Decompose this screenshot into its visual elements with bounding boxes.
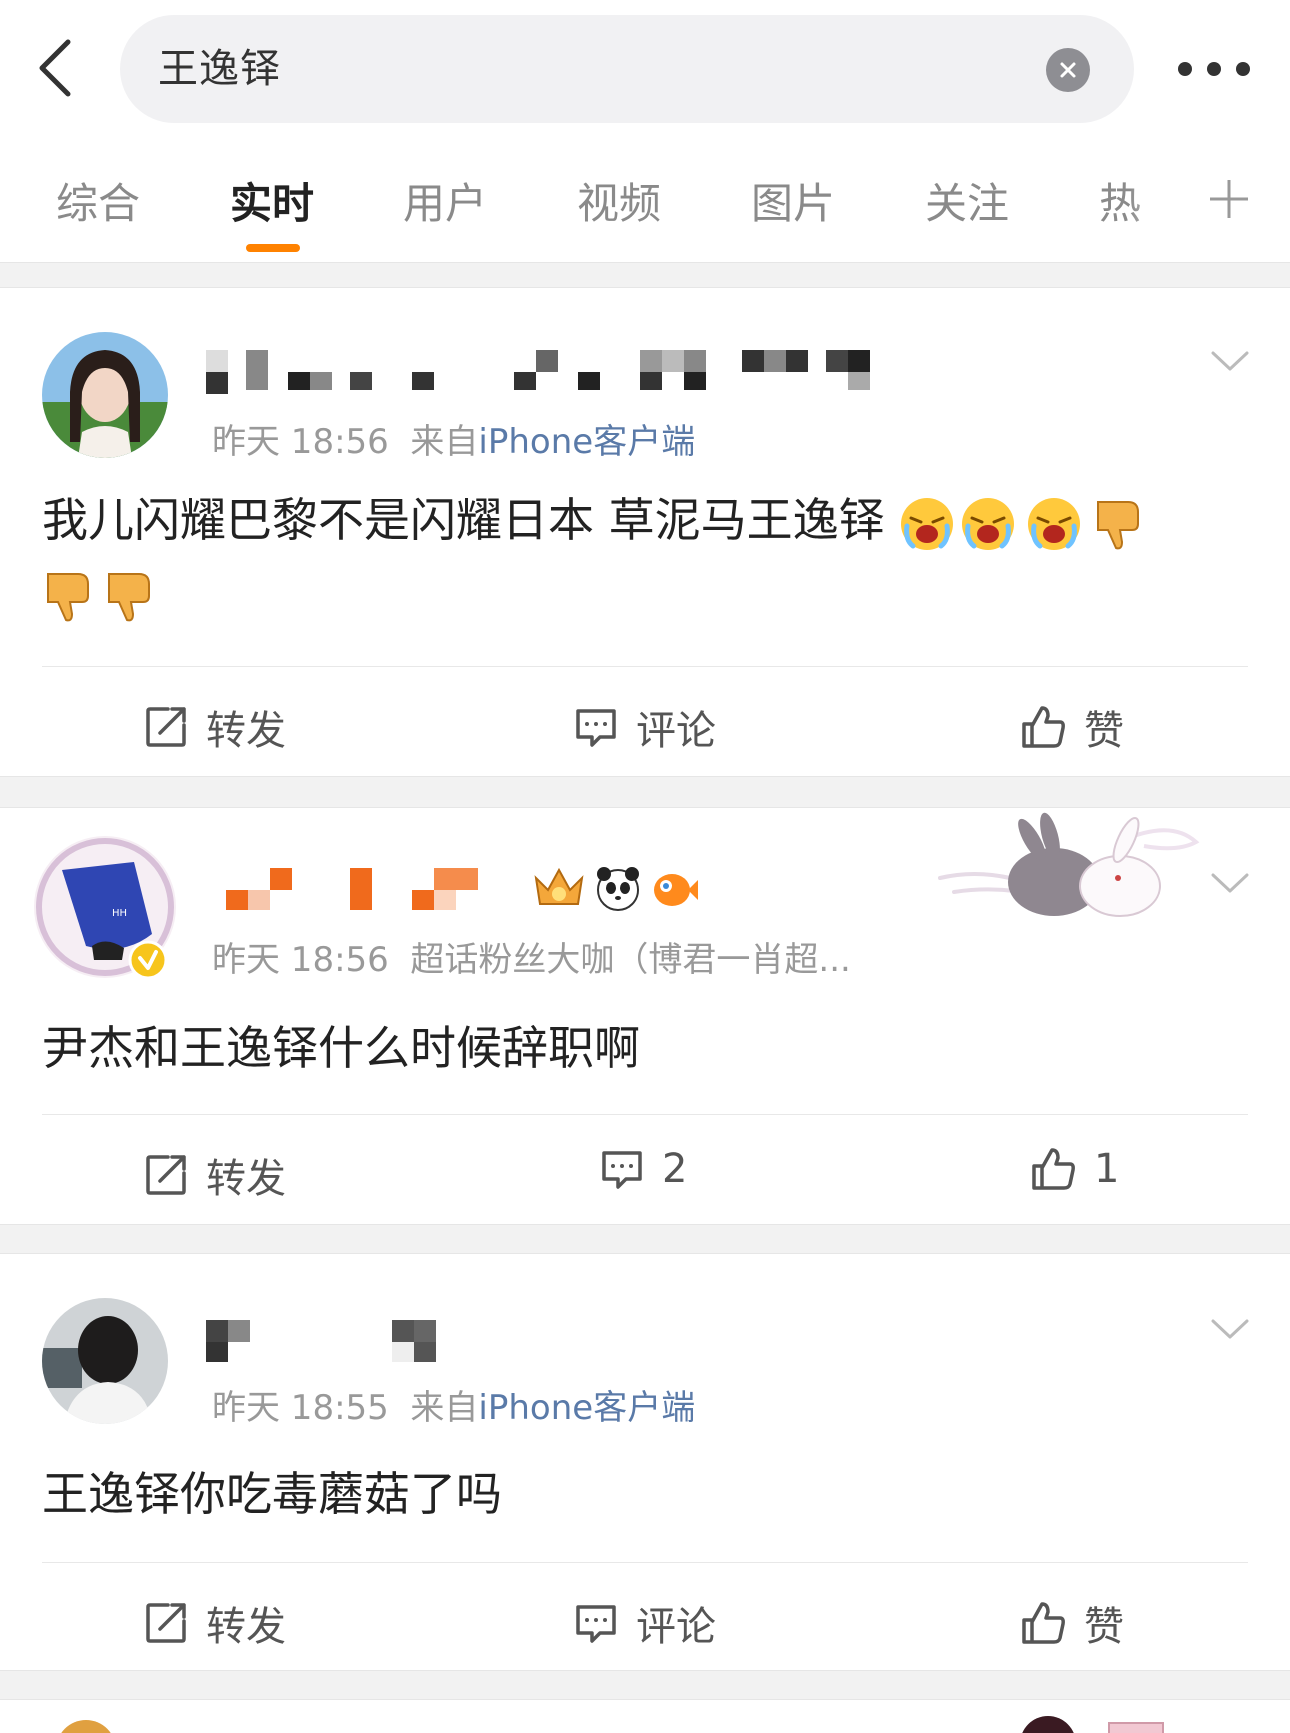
repost-button[interactable]: 转发 (144, 1146, 286, 1204)
chevron-down-icon[interactable] (1210, 872, 1250, 896)
user-badges (532, 864, 698, 912)
tab-users[interactable]: 用户 (403, 170, 487, 231)
section-separator (0, 776, 1290, 808)
thumbs-down-emoji-icon (47, 572, 89, 621)
like-button[interactable]: 1 (1030, 1146, 1119, 1192)
clear-search-button[interactable] (1046, 48, 1090, 92)
crying-emoji-icon (901, 497, 954, 550)
like-label: 赞 (1084, 1604, 1124, 1650)
tab-bar: 综合 实时 用户 视频 图片 关注 热 (0, 160, 1290, 260)
post-card[interactable]: 昨天 18:55 来自iPhone客户端 王逸铎你吃毒蘑菇了吗 转发 评论 赞 (0, 1254, 1290, 1670)
clear-icon (1060, 62, 1076, 78)
fish-badge-icon (654, 874, 698, 906)
repost-label: 转发 (206, 1604, 286, 1650)
chevron-down-icon[interactable] (1210, 1318, 1250, 1342)
username-pixelated[interactable] (206, 1320, 436, 1364)
tab-comprehensive[interactable]: 综合 (56, 170, 140, 231)
avatar[interactable] (42, 332, 168, 458)
repost-icon (146, 1603, 186, 1643)
post-time: 昨天 18:56 (212, 422, 389, 462)
repost-button[interactable]: 转发 (144, 698, 286, 756)
crown-badge-icon (534, 867, 584, 905)
post-divider (42, 666, 1248, 667)
post-source[interactable]: iPhone客户端 (478, 422, 695, 462)
like-icon (1032, 1148, 1075, 1190)
post-text-line2 (42, 556, 164, 628)
verified-badge-icon (128, 940, 168, 980)
avatar[interactable] (42, 1298, 168, 1424)
like-count: 1 (1094, 1146, 1120, 1192)
tab-videos[interactable]: 视频 (577, 170, 661, 231)
like-label: 赞 (1084, 708, 1124, 754)
repost-label: 转发 (206, 708, 286, 754)
comment-icon (576, 709, 616, 747)
post-meta: 昨天 18:56 来自iPhone客户端 (212, 414, 695, 463)
post-card-partial[interactable] (0, 1700, 1290, 1733)
tab-images[interactable]: 图片 (751, 170, 835, 231)
more-icon[interactable] (1178, 56, 1250, 82)
comment-icon (602, 1151, 642, 1189)
thumbs-down-emoji-icon (1097, 500, 1140, 549)
repost-button[interactable]: 转发 (144, 1594, 286, 1652)
section-separator (0, 262, 1290, 288)
post-meta: 昨天 18:55 来自iPhone客户端 (212, 1380, 695, 1429)
comment-button[interactable]: 2 (600, 1146, 687, 1192)
active-tab-indicator (246, 244, 300, 252)
chevron-down-icon[interactable] (1210, 350, 1250, 374)
panda-icon (597, 867, 639, 911)
comment-button[interactable]: 评论 (574, 1594, 716, 1652)
username-pixelated[interactable] (206, 350, 896, 394)
plus-icon[interactable] (1208, 178, 1250, 220)
post-text: 尹杰和王逸铎什么时候辞职啊 (42, 1021, 640, 1075)
repost-label: 转发 (206, 1156, 286, 1202)
section-separator (0, 1670, 1290, 1700)
repost-icon (146, 707, 186, 747)
like-button[interactable]: 赞 (1020, 698, 1124, 756)
like-icon (1022, 1602, 1065, 1644)
post-divider (42, 1562, 1248, 1563)
thumbs-down-emoji-icon (108, 572, 150, 621)
search-bar[interactable]: 王逸铎 (120, 15, 1134, 123)
post-source-prefix: 来自 (410, 422, 479, 462)
post-time: 昨天 18:56 (212, 940, 389, 980)
crying-emoji-icon (1028, 497, 1081, 550)
like-icon (1022, 706, 1065, 748)
svg-text:HH: HH (112, 908, 127, 919)
avatar[interactable] (56, 1720, 116, 1733)
post-source[interactable]: iPhone客户端 (478, 1388, 695, 1428)
comment-label: 评论 (636, 1604, 716, 1650)
post-text: 王逸铎你吃毒蘑菇了吗 (42, 1467, 502, 1521)
post-source-prefix: 来自 (410, 1388, 479, 1428)
top-bar: 王逸铎 (0, 0, 1290, 136)
decoration-image (1020, 1716, 1076, 1733)
post-card[interactable]: HH 昨天 18:56 超话粉丝大咖（博君一肖超... 尹杰和王逸铎什么时候辞职… (0, 808, 1290, 1224)
post-text-line: 我儿闪耀巴黎不是闪耀日本 草泥马王逸铎 (42, 493, 885, 547)
decoration-image (1108, 1722, 1164, 1733)
tab-following[interactable]: 关注 (925, 170, 1009, 231)
comment-icon (576, 1605, 616, 1643)
post-meta: 昨天 18:56 超话粉丝大咖（博君一肖超... (212, 932, 851, 981)
tab-realtime[interactable]: 实时 (230, 170, 314, 231)
comment-label: 评论 (636, 708, 716, 754)
comment-button[interactable]: 评论 (574, 698, 716, 756)
back-button[interactable] (28, 32, 84, 104)
back-arrow-icon (39, 39, 71, 97)
repost-icon (146, 1155, 186, 1195)
section-separator (0, 1224, 1290, 1254)
post-divider (42, 1114, 1248, 1115)
comment-count: 2 (662, 1146, 688, 1192)
super-topic-badge[interactable]: 超话粉丝大咖（博君一肖超... (410, 940, 850, 980)
crying-emoji-icon (962, 497, 1015, 550)
post-time: 昨天 18:55 (212, 1388, 389, 1428)
like-button[interactable]: 赞 (1020, 1594, 1124, 1652)
username-pixelated[interactable] (226, 868, 526, 914)
search-input[interactable]: 王逸铎 (158, 15, 281, 123)
post-card[interactable]: 昨天 18:56 来自iPhone客户端 我儿闪耀巴黎不是闪耀日本 草泥马王逸铎… (0, 288, 1290, 776)
tab-fade (1130, 160, 1200, 250)
post-text: 我儿闪耀巴黎不是闪耀日本 草泥马王逸铎 (42, 484, 1153, 556)
bunny-decoration-icon (938, 812, 1200, 917)
